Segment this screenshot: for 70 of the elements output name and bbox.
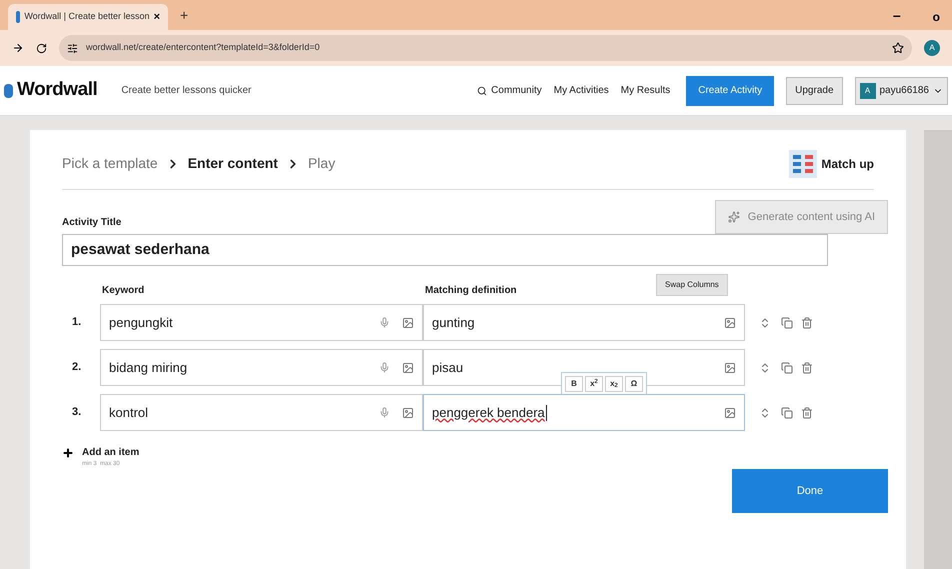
browser-tab[interactable]: Wordwall | Create better lesson ×: [8, 4, 168, 30]
user-menu[interactable]: A payu66186: [854, 76, 948, 104]
search-icon: [477, 86, 488, 96]
reload-icon[interactable]: [36, 42, 47, 54]
trash-icon[interactable]: [801, 316, 813, 328]
upgrade-button[interactable]: Upgrade: [786, 76, 842, 104]
forward-icon[interactable]: [12, 42, 24, 54]
image-icon[interactable]: [402, 316, 414, 328]
copy-icon[interactable]: [781, 316, 793, 328]
site-tagline: Create better lessons quicker: [121, 84, 252, 98]
breadcrumb-step[interactable]: Enter content: [188, 153, 278, 174]
microphone-icon[interactable]: [379, 317, 390, 328]
breadcrumb-step[interactable]: Play: [308, 153, 336, 174]
create-activity-button[interactable]: Create Activity: [686, 76, 774, 106]
match-up-template-icon: [789, 150, 818, 178]
column-header: Matching definition: [425, 284, 518, 298]
image-icon[interactable]: [724, 406, 736, 418]
logo-icon: [4, 84, 13, 98]
bookmark-star-icon[interactable]: [892, 42, 904, 54]
site-logo[interactable]: Wordwall: [17, 76, 98, 105]
row-number: 1.: [71, 315, 82, 330]
copy-icon[interactable]: [781, 406, 793, 418]
site-favicon-icon: [16, 11, 20, 23]
plus-icon[interactable]: [62, 446, 74, 458]
reorder-icon[interactable]: [759, 406, 771, 418]
microphone-icon[interactable]: [379, 362, 390, 373]
tab-close-button[interactable]: ×: [154, 8, 160, 26]
image-icon[interactable]: [724, 316, 736, 328]
add-item-link[interactable]: Add an item: [82, 445, 140, 460]
reorder-icon[interactable]: [759, 316, 771, 328]
definition-field[interactable]: gunting: [423, 304, 745, 341]
address-bar[interactable]: wordwall.net/create/entercontent?templateId=3&folderId=0: [59, 35, 912, 61]
profile-avatar[interactable]: A: [924, 40, 940, 56]
format-button[interactable]: Ω: [625, 376, 643, 392]
trash-icon[interactable]: [801, 406, 813, 418]
breadcrumb-step[interactable]: Pick a template: [62, 153, 158, 174]
reorder-icon[interactable]: [759, 362, 771, 374]
keyword-field[interactable]: pengungkit: [100, 304, 423, 341]
format-button[interactable]: x$_{2}$: [605, 376, 623, 392]
nav-link[interactable]: Community: [477, 83, 542, 98]
site-settings-icon[interactable]: [67, 42, 78, 54]
template-name: Match up: [821, 156, 874, 172]
activity-title-field[interactable]: pesawat sederhana: [62, 234, 828, 266]
format-button[interactable]: x$^{2}$: [585, 376, 603, 392]
sparkle-icon: [728, 211, 740, 223]
image-icon[interactable]: [402, 362, 414, 374]
nav-link[interactable]: My Results: [620, 83, 670, 98]
keyword-field[interactable]: bidang miring: [100, 349, 423, 386]
row-number: 2.: [71, 360, 82, 376]
image-icon[interactable]: [402, 406, 414, 418]
column-header: Keyword: [102, 284, 146, 298]
done-button[interactable]: Done: [732, 469, 888, 513]
minimize-button[interactable]: –: [892, 5, 901, 26]
trash-icon[interactable]: [801, 362, 813, 374]
keyword-field[interactable]: kontrol: [100, 394, 423, 431]
nav-link[interactable]: My Activities: [554, 83, 609, 98]
restore-button[interactable]: o: [932, 8, 940, 26]
field-label: Activity Title: [62, 216, 122, 230]
swap-columns-button[interactable]: Swap Columns: [656, 274, 728, 296]
image-icon[interactable]: [724, 362, 736, 374]
text-cursor: [546, 404, 547, 420]
format-button[interactable]: B: [565, 376, 583, 392]
user-avatar: A: [860, 82, 876, 98]
user-name: payu66186: [880, 84, 929, 98]
new-tab-button[interactable]: +: [180, 5, 188, 26]
copy-icon[interactable]: [781, 362, 793, 374]
tab-title: Wordwall | Create better lesson: [24, 10, 150, 24]
microphone-icon[interactable]: [379, 407, 390, 418]
definition-field[interactable]: penggerek bendera: [423, 394, 745, 431]
row-number: 3.: [71, 405, 82, 420]
